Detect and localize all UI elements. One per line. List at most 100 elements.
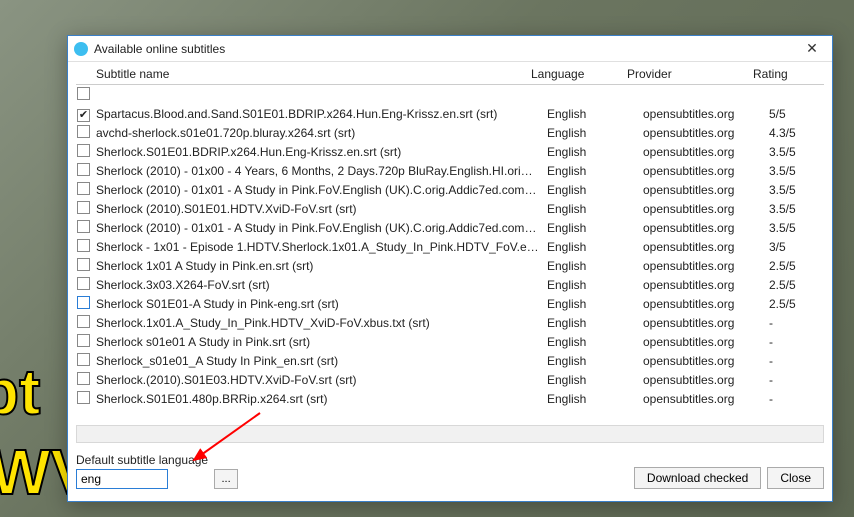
row-provider: opensubtitles.org [643, 316, 769, 330]
table-body[interactable]: Spartacus.Blood.and.Sand.S01E01.BDRIP.x2… [76, 105, 824, 413]
row-checkbox[interactable] [77, 109, 90, 122]
row-rating: 2.5/5 [769, 297, 824, 311]
row-name: Sherlock - 1x01 - Episode 1.HDTV.Sherloc… [94, 240, 547, 254]
row-provider: opensubtitles.org [643, 202, 769, 216]
table-row[interactable]: Spartacus.Blood.and.Sand.S01E01.BDRIP.x2… [76, 105, 824, 123]
row-provider: opensubtitles.org [643, 335, 769, 349]
default-language-input[interactable] [76, 469, 168, 489]
table-row[interactable]: Sherlock.1x01.A_Study_In_Pink.HDTV_XviD-… [76, 313, 824, 332]
table-row[interactable]: Sherlock.(2010).S01E03.HDTV.XviD-FoV.srt… [76, 370, 824, 389]
row-provider: opensubtitles.org [643, 221, 769, 235]
row-language: English [547, 221, 643, 235]
table-row[interactable]: Sherlock - 1x01 - Episode 1.HDTV.Sherloc… [76, 237, 824, 256]
table-row[interactable]: Sherlock 1x01 A Study in Pink.en.srt (sr… [76, 256, 824, 275]
row-checkbox[interactable] [77, 163, 90, 176]
row-checkbox[interactable] [77, 201, 90, 214]
row-checkbox[interactable] [77, 277, 90, 290]
dialog-content: Subtitle name Language Provider Rating S… [68, 62, 832, 497]
row-checkbox[interactable] [77, 239, 90, 252]
row-name: Sherlock (2010) - 01x01 - A Study in Pin… [94, 183, 547, 197]
row-language: English [547, 373, 643, 387]
row-name: Sherlock s01e01 A Study in Pink.srt (srt… [94, 335, 547, 349]
row-provider: opensubtitles.org [643, 392, 769, 406]
row-checkbox[interactable] [77, 334, 90, 347]
table-row[interactable]: Sherlock s01e01 A Study in Pink.srt (srt… [76, 332, 824, 351]
row-rating: 3.5/5 [769, 202, 824, 216]
header-rating[interactable]: Rating [753, 67, 808, 81]
row-provider: opensubtitles.org [643, 107, 769, 121]
row-name: Sherlock (2010) - 01x01 - A Study in Pin… [94, 221, 547, 235]
table-row[interactable]: Sherlock (2010).S01E01.HDTV.XviD-FoV.srt… [76, 199, 824, 218]
row-provider: opensubtitles.org [643, 183, 769, 197]
table-header: Subtitle name Language Provider Rating [76, 64, 824, 85]
download-checked-button[interactable]: Download checked [634, 467, 761, 489]
table-row[interactable]: Sherlock (2010) - 01x00 - 4 Years, 6 Mon… [76, 161, 824, 180]
close-button[interactable]: Close [767, 467, 824, 489]
table-row[interactable]: Sherlock (2010) - 01x01 - A Study in Pin… [76, 180, 824, 199]
row-rating: 3.5/5 [769, 164, 824, 178]
row-name: Sherlock (2010) - 01x00 - 4 Years, 6 Mon… [94, 164, 547, 178]
row-checkbox[interactable] [77, 258, 90, 271]
table-row[interactable]: Sherlock.S01E01.480p.BRRip.x264.srt (srt… [76, 389, 824, 408]
row-checkbox[interactable] [77, 125, 90, 138]
row-language: English [547, 259, 643, 273]
row-checkbox[interactable] [77, 296, 90, 309]
header-language[interactable]: Language [531, 67, 627, 81]
row-checkbox[interactable] [77, 372, 90, 385]
dialog-footer: Default subtitle language ... Download c… [76, 453, 824, 489]
row-provider: opensubtitles.org [643, 278, 769, 292]
dialog-title: Available online subtitles [94, 42, 796, 56]
header-name[interactable]: Subtitle name [94, 67, 531, 81]
row-language: English [547, 392, 643, 406]
row-rating: 2.5/5 [769, 278, 824, 292]
header-provider[interactable]: Provider [627, 67, 753, 81]
row-name: Sherlock (2010).S01E01.HDTV.XviD-FoV.srt… [94, 202, 547, 216]
app-icon [74, 42, 88, 56]
row-rating: 4.3/5 [769, 126, 824, 140]
row-name: Sherlock_s01e01_A Study In Pink_en.srt (… [94, 354, 547, 368]
table-row[interactable]: Sherlock.S01E01.BDRIP.x264.Hun.Eng-Kriss… [76, 142, 824, 161]
row-checkbox[interactable] [77, 220, 90, 233]
row-language: English [547, 183, 643, 197]
table-row[interactable]: Sherlock_s01e01_A Study In Pink_en.srt (… [76, 351, 824, 370]
row-language: English [547, 240, 643, 254]
row-provider: opensubtitles.org [643, 126, 769, 140]
row-rating: - [769, 335, 824, 349]
select-all-checkbox[interactable] [77, 87, 90, 100]
row-checkbox[interactable] [77, 144, 90, 157]
row-language: English [547, 107, 643, 121]
row-checkbox[interactable] [77, 391, 90, 404]
close-icon[interactable]: ✕ [796, 38, 828, 60]
row-rating: 3/5 [769, 240, 824, 254]
row-language: English [547, 164, 643, 178]
table-row[interactable]: Sherlock.3x03.X264-FoV.srt (srt)Englisho… [76, 275, 824, 294]
row-provider: opensubtitles.org [643, 240, 769, 254]
row-language: English [547, 354, 643, 368]
row-rating: 3.5/5 [769, 145, 824, 159]
row-name: Sherlock.(2010).S01E03.HDTV.XviD-FoV.srt… [94, 373, 547, 387]
table-row[interactable]: Sherlock S01E01-A Study in Pink-eng.srt … [76, 294, 824, 313]
browse-language-button[interactable]: ... [214, 469, 238, 489]
row-provider: opensubtitles.org [643, 373, 769, 387]
row-rating: - [769, 354, 824, 368]
row-rating: - [769, 316, 824, 330]
row-language: English [547, 126, 643, 140]
row-language: English [547, 278, 643, 292]
default-language-label: Default subtitle language [76, 453, 208, 467]
table-row[interactable]: Sherlock (2010) - 01x01 - A Study in Pin… [76, 218, 824, 237]
row-checkbox[interactable] [77, 315, 90, 328]
row-rating: - [769, 373, 824, 387]
status-bar [76, 425, 824, 443]
row-rating: 3.5/5 [769, 221, 824, 235]
table-row[interactable]: avchd-sherlock.s01e01.720p.bluray.x264.s… [76, 123, 824, 142]
row-language: English [547, 316, 643, 330]
row-provider: opensubtitles.org [643, 145, 769, 159]
row-checkbox[interactable] [77, 353, 90, 366]
subtitles-dialog: Available online subtitles ✕ Subtitle na… [67, 35, 833, 502]
row-language: English [547, 202, 643, 216]
row-provider: opensubtitles.org [643, 259, 769, 273]
row-name: Spartacus.Blood.and.Sand.S01E01.BDRIP.x2… [94, 107, 547, 121]
row-name: avchd-sherlock.s01e01.720p.bluray.x264.s… [94, 126, 547, 140]
row-checkbox[interactable] [77, 182, 90, 195]
row-name: Sherlock.S01E01.BDRIP.x264.Hun.Eng-Kriss… [94, 145, 547, 159]
